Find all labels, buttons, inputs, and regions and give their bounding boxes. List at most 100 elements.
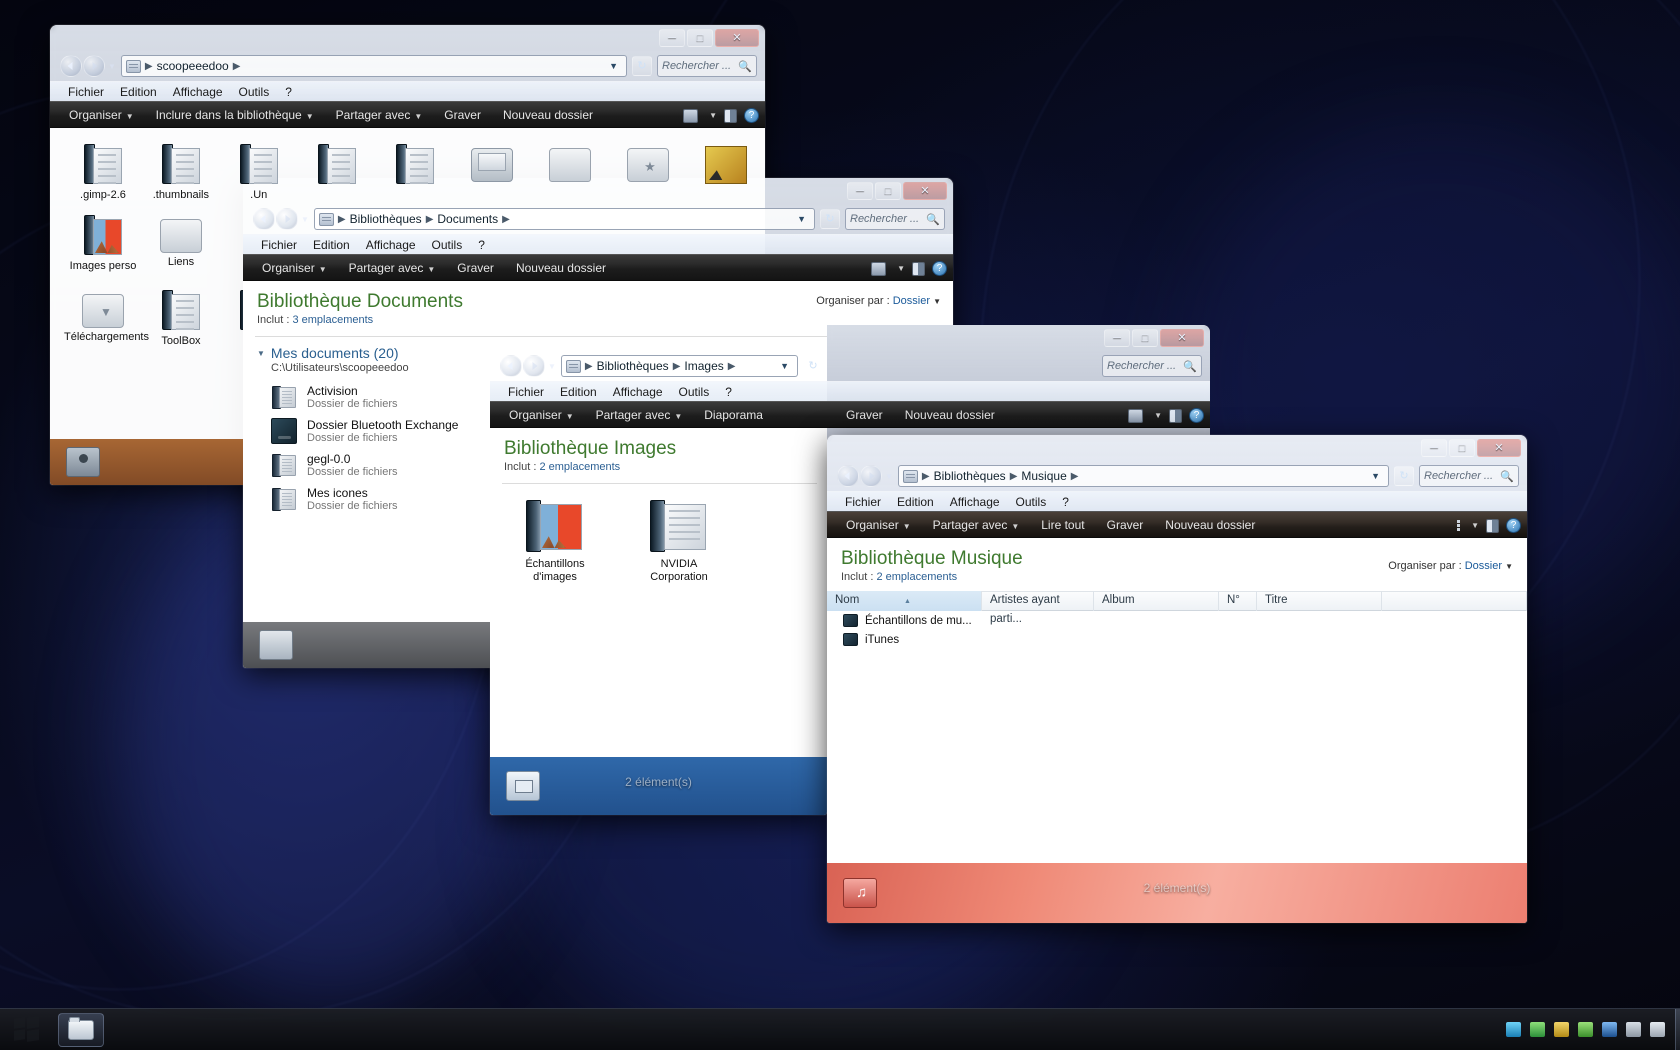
music-file-list[interactable]: Échantillons de mu... iTunes: [827, 611, 1527, 649]
search-input[interactable]: Rechercher ... 🔍: [657, 55, 757, 77]
menu-edition[interactable]: Edition: [112, 85, 165, 99]
file-item[interactable]: ToolBox: [142, 290, 220, 347]
change-view-icon[interactable]: [1128, 409, 1143, 423]
menu-affichage[interactable]: Affichage: [605, 385, 671, 399]
menu-bar[interactable]: Fichier Edition Affichage Outils ?: [827, 491, 1527, 511]
titlebar[interactable]: ─ □ ✕: [827, 325, 1210, 351]
collapse-triangle-icon[interactable]: ▼: [257, 349, 265, 358]
address-bar[interactable]: ▶ Bibliothèques ▶ Documents ▶ ▼: [314, 208, 815, 230]
titlebar[interactable]: ─ □ ✕: [50, 25, 765, 51]
menu-affichage[interactable]: Affichage: [942, 495, 1008, 509]
partager-avec-button[interactable]: Partager avec▼: [585, 408, 694, 422]
chevron-down-icon[interactable]: ▼: [933, 297, 941, 306]
menu-fichier[interactable]: Fichier: [253, 238, 305, 252]
nouveau-dossier-button[interactable]: Nouveau dossier: [894, 408, 1006, 422]
search-input[interactable]: Rechercher ... 🔍: [845, 208, 945, 230]
menu-fichier[interactable]: Fichier: [500, 385, 552, 399]
menu-bar[interactable]: Fichier Edition Affichage Outils ?: [243, 234, 953, 254]
menu-aide[interactable]: ?: [277, 85, 300, 99]
command-bar-extension[interactable]: Graver Nouveau dossier ▼ ?: [827, 401, 1210, 428]
organiser-button[interactable]: Organiser▼: [835, 518, 922, 532]
breadcrumb-item[interactable]: Musique: [1021, 469, 1066, 483]
menu-edition[interactable]: Edition: [552, 385, 605, 399]
organiser-button[interactable]: Organiser▼: [251, 261, 338, 275]
refresh-button[interactable]: ↻: [632, 56, 652, 76]
sync-icon[interactable]: [1554, 1022, 1569, 1037]
table-row[interactable]: iTunes: [827, 630, 1527, 649]
includes-link[interactable]: 3 emplacements: [292, 314, 373, 326]
action-center-icon[interactable]: [1650, 1022, 1665, 1037]
window-pictures-library[interactable]: ▼ ▶ Bibliothèques ▶ Images ▶ ▼ ↻ Fichier…: [490, 325, 827, 815]
search-input[interactable]: Rechercher ... 🔍: [1102, 355, 1202, 377]
maximize-button[interactable]: □: [687, 29, 713, 47]
change-view-icon[interactable]: [683, 109, 698, 123]
file-item[interactable]: Liens: [142, 215, 220, 272]
column-header-numero[interactable]: N°: [1219, 591, 1257, 611]
nouveau-dossier-button[interactable]: Nouveau dossier: [492, 108, 604, 122]
column-header-nom[interactable]: ▲ Nom: [827, 591, 982, 611]
search-input[interactable]: Rechercher ... 🔍: [1419, 465, 1519, 487]
address-bar[interactable]: ▶ Bibliothèques ▶ Musique ▶ ▼: [898, 465, 1389, 487]
address-bar-row[interactable]: ▼ ▶ Bibliothèques ▶ Images ▶ ▼ ↻: [490, 351, 827, 381]
minimize-button[interactable]: ─: [659, 29, 685, 47]
address-bar[interactable]: ▶ Bibliothèques ▶ Images ▶ ▼: [561, 355, 798, 377]
titlebar[interactable]: [490, 325, 827, 351]
chevron-down-icon[interactable]: ▼: [1154, 411, 1162, 420]
refresh-button[interactable]: ↻: [820, 209, 840, 229]
network-icon[interactable]: [1506, 1022, 1521, 1037]
file-item[interactable]: ▼ Téléchargements: [64, 290, 142, 347]
includes-link[interactable]: 2 emplacements: [539, 461, 620, 473]
titlebar[interactable]: ─ □ ✕: [243, 178, 953, 204]
bluetooth-icon[interactable]: [1602, 1022, 1617, 1037]
close-button[interactable]: ✕: [1160, 329, 1204, 347]
graver-button[interactable]: Graver: [1096, 518, 1155, 532]
address-dropdown-caret-icon[interactable]: ▼: [605, 61, 622, 71]
window-music-library[interactable]: ─ □ ✕ ▼ ▶ Bibliothèques ▶ Musique ▶ ▼ ↻: [827, 435, 1527, 923]
recent-pages-caret-icon[interactable]: ▼: [108, 62, 116, 71]
includes-link[interactable]: 2 emplacements: [876, 571, 957, 583]
tile-grid[interactable]: Échantillons d'images NVIDIA Corporation: [490, 484, 827, 584]
help-icon[interactable]: ?: [1506, 518, 1521, 533]
close-button[interactable]: ✕: [1477, 439, 1521, 457]
help-icon[interactable]: ?: [744, 108, 759, 123]
close-button[interactable]: ✕: [715, 29, 759, 47]
chevron-down-icon[interactable]: ▼: [1471, 521, 1479, 530]
taskbar-item-explorer[interactable]: [58, 1013, 104, 1047]
chevron-down-icon[interactable]: ▼: [897, 264, 905, 273]
command-bar[interactable]: Organiser▼ Inclure dans la bibliothèque▼…: [50, 101, 765, 128]
arrange-by[interactable]: Organiser par : Dossier ▼: [1388, 560, 1513, 572]
menu-affichage[interactable]: Affichage: [165, 85, 231, 99]
recent-pages-caret-icon[interactable]: ▼: [548, 362, 556, 371]
command-bar[interactable]: Organiser▼ Partager avec▼ Graver Nouveau…: [243, 254, 953, 281]
address-dropdown-caret-icon[interactable]: ▼: [776, 361, 793, 371]
organiser-button[interactable]: Organiser▼: [498, 408, 585, 422]
address-dropdown-caret-icon[interactable]: ▼: [1367, 471, 1384, 481]
forward-button[interactable]: [523, 355, 545, 377]
menu-fichier[interactable]: Fichier: [60, 85, 112, 99]
address-bar-row[interactable]: ▼ ▶ scoopeeedoo ▶ ▼ ↻ Rechercher ... 🔍: [50, 51, 765, 81]
tile-item[interactable]: NVIDIA Corporation: [636, 500, 722, 584]
command-bar[interactable]: Organiser▼ Partager avec▼ Diaporama: [490, 401, 827, 428]
graver-button[interactable]: Graver: [835, 408, 894, 422]
address-bar-row[interactable]: ▼ ▶ Bibliothèques ▶ Documents ▶ ▼ ↻ Rech…: [243, 204, 953, 234]
lire-tout-button[interactable]: Lire tout: [1030, 518, 1095, 532]
back-button[interactable]: [253, 208, 275, 230]
shield-icon[interactable]: [1578, 1022, 1593, 1037]
diaporama-button[interactable]: Diaporama: [693, 408, 774, 422]
breadcrumb-item[interactable]: Bibliothèques: [597, 359, 669, 373]
breadcrumb-item[interactable]: scoopeeedoo: [157, 59, 229, 73]
change-view-icon[interactable]: [1457, 520, 1460, 531]
column-header-titre[interactable]: Titre: [1257, 591, 1382, 611]
partager-avec-button[interactable]: Partager avec▼: [922, 518, 1031, 532]
menu-edition[interactable]: Edition: [889, 495, 942, 509]
breadcrumb-item[interactable]: Bibliothèques: [934, 469, 1006, 483]
breadcrumb-item[interactable]: Images: [684, 359, 723, 373]
address-bar[interactable]: ▶ scoopeeedoo ▶ ▼: [121, 55, 627, 77]
nouveau-dossier-button[interactable]: Nouveau dossier: [1154, 518, 1266, 532]
help-icon[interactable]: ?: [932, 261, 947, 276]
back-button[interactable]: [837, 465, 859, 487]
file-item[interactable]: Images perso: [64, 215, 142, 272]
maximize-button[interactable]: □: [1449, 439, 1475, 457]
command-bar[interactable]: Organiser▼ Partager avec▼ Lire tout Grav…: [827, 511, 1527, 538]
start-button[interactable]: [0, 1009, 54, 1050]
